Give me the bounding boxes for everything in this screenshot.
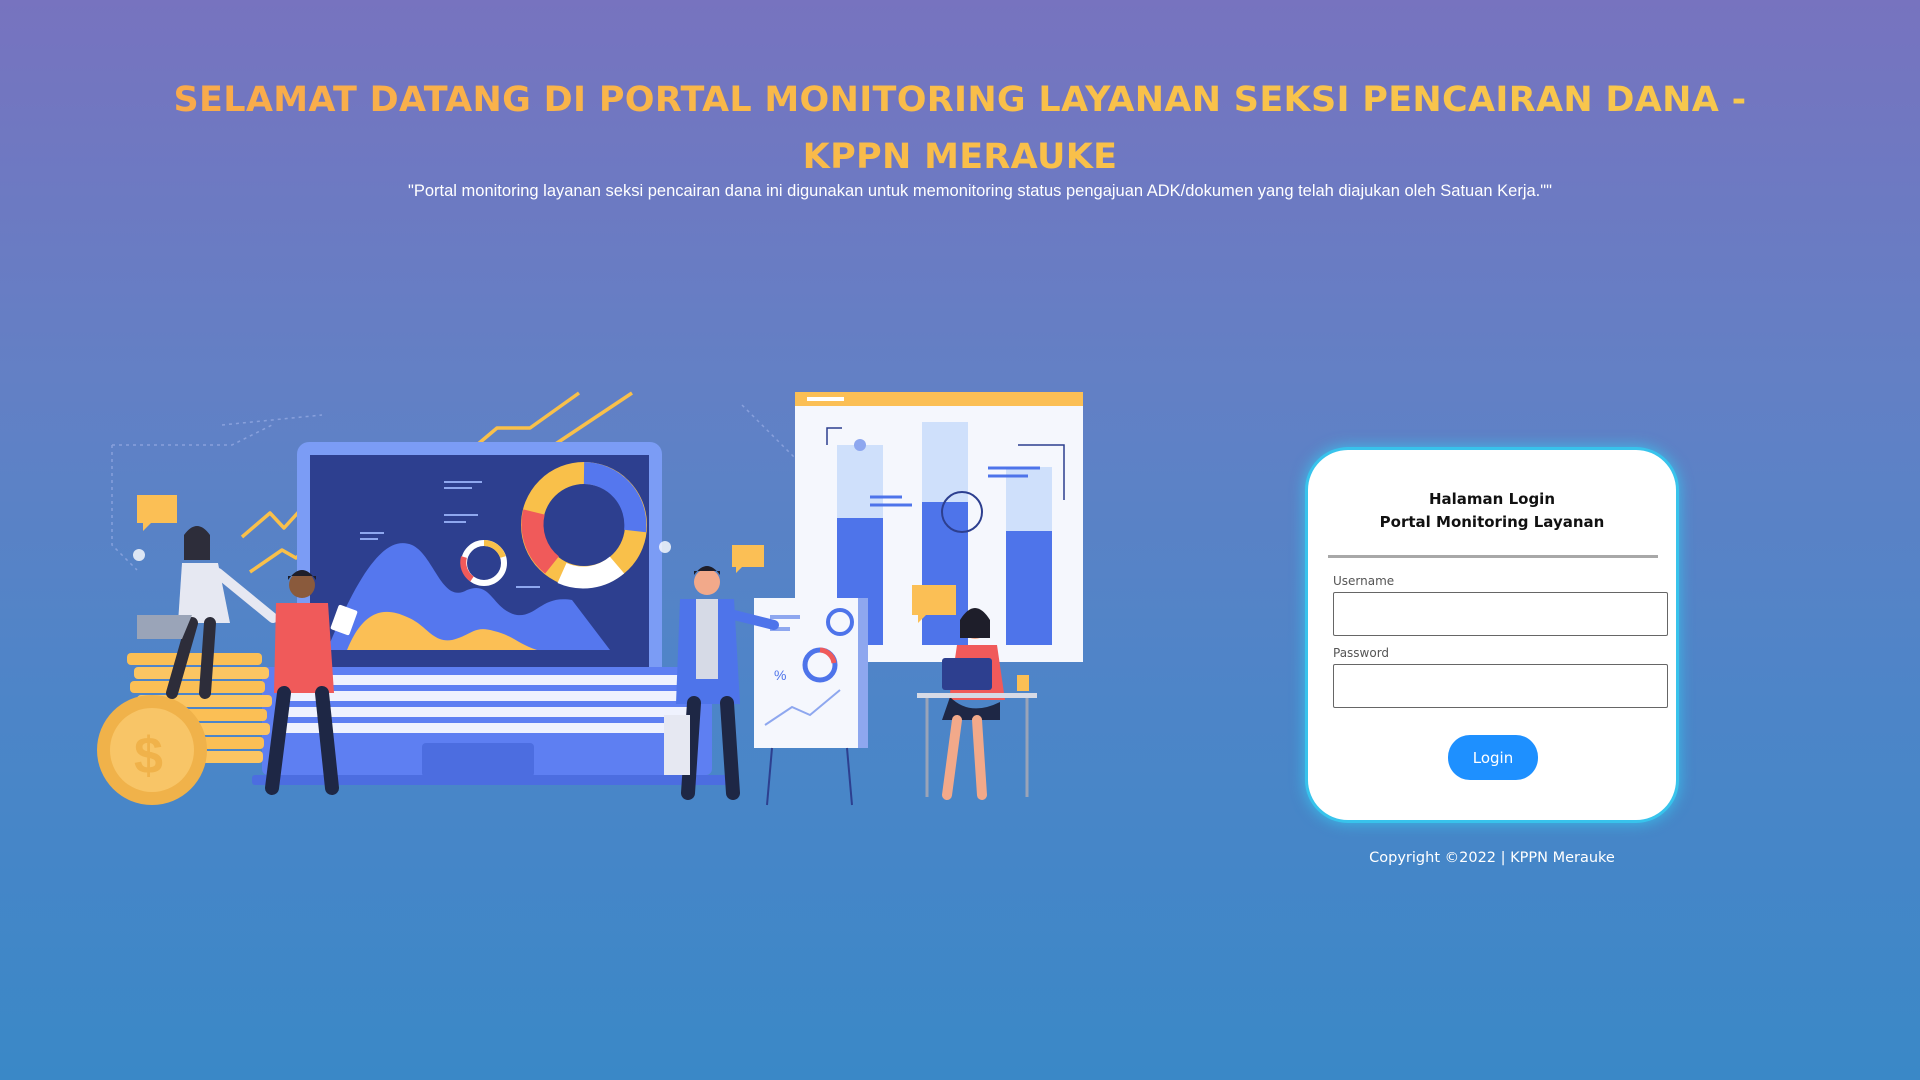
login-heading-subtitle: Portal Monitoring Layanan [1379,513,1605,531]
password-input[interactable] [1333,664,1668,708]
footer-copyright: Copyright ©2022 | KPPN Merauke [1369,850,1615,866]
password-label: Password [1333,646,1390,660]
login-heading-title: Halaman Login [1428,490,1555,508]
username-label: Username [1333,574,1395,588]
board-percent: % [774,667,786,683]
login-divider [1328,555,1658,558]
login-button[interactable]: Login [1448,735,1538,780]
username-input[interactable] [1333,592,1668,636]
login-card: Halaman Login Portal Monitoring Layanan … [1308,450,1676,820]
page-title: SELAMAT DATANG DI PORTAL MONITORING LAYA… [140,72,1780,186]
page-subtitle: "Portal monitoring layanan seksi pencair… [408,182,1552,200]
coin-dollar: $ [134,727,163,785]
login-heading: Halaman Login Portal Monitoring Layanan [1308,488,1676,534]
coin-stack: $ [97,653,272,805]
business-analytics-illustration: % $ [97,391,1083,806]
